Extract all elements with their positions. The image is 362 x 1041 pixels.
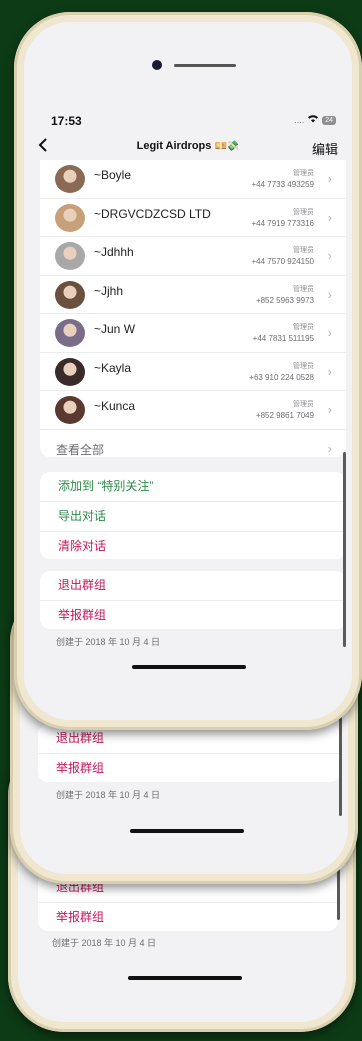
page-title: Legit Airdrops 💴💸 — [24, 140, 352, 152]
member-name: ~Boyle — [94, 168, 132, 182]
wifi-icon — [307, 114, 319, 126]
avatar — [55, 396, 85, 424]
member-role: 管理员 — [293, 285, 314, 293]
group-actions-card: 退出群组 举报群组 — [38, 724, 340, 782]
member-row[interactable]: ~Jun W 管理员 +44 7831 511195 › — [40, 314, 346, 353]
scrollbar[interactable] — [343, 452, 346, 647]
member-role: 管理员 — [293, 208, 314, 216]
member-phone: +852 5963 9973 — [255, 295, 314, 305]
avatar — [55, 165, 85, 193]
speaker-grille — [174, 64, 236, 67]
chevron-right-icon: › — [327, 248, 332, 263]
avatar — [55, 319, 85, 347]
chevron-right-icon: › — [327, 171, 332, 186]
phone-screen: 17:53 .... 24 Legit Airdrops 💴💸 编辑 ~Boyl… — [24, 22, 352, 720]
report-group-button[interactable]: 举报群组 — [38, 754, 340, 782]
group-actions-card: 退出群组 举报群组 — [40, 571, 346, 629]
report-group-button[interactable]: 举报群组 — [38, 903, 338, 931]
chevron-right-icon: › — [327, 440, 332, 456]
view-all-label: 查看全部 — [56, 442, 105, 457]
chevron-right-icon: › — [327, 363, 332, 379]
phone-frame-front: 17:53 .... 24 Legit Airdrops 💴💸 编辑 ~Boyl… — [14, 12, 362, 730]
status-indicators: .... 24 — [294, 114, 336, 126]
report-group-button[interactable]: 举报群组 — [40, 601, 346, 629]
chevron-right-icon: › — [327, 325, 332, 340]
member-phone: +44 7570 924150 — [251, 257, 314, 266]
member-phone: +44 7831 511195 — [252, 334, 314, 343]
home-indicator[interactable] — [128, 976, 242, 980]
chevron-right-icon: › — [327, 209, 332, 225]
leave-group-button[interactable]: 退出群组 — [40, 571, 346, 601]
avatar — [55, 242, 85, 270]
member-row[interactable]: ~Jdhhh 管理员 +44 7570 924150 › — [40, 237, 346, 276]
member-name: ~Kunca — [94, 399, 136, 413]
status-time: 17:53 — [51, 114, 82, 128]
member-row[interactable]: ~Kunca 管理员 +852 9861 7049 › — [40, 391, 346, 430]
member-row[interactable]: ~Jjhh 管理员 +852 5963 9973 › — [40, 276, 346, 314]
member-row[interactable]: ~DRGVCDZCSD LTD 管理员 +44 7919 773316 › — [40, 199, 346, 237]
title-emoji: 💴💸 — [214, 141, 240, 152]
created-date: 创建于 2018 年 10 月 4 日 — [56, 790, 161, 800]
chat-actions-card: 添加到 “特别关注” 导出对话 清除对话 — [40, 472, 346, 559]
camera-icon — [152, 60, 162, 70]
member-list: ~Boyle 管理员 +44 7733 493259 › ~DRGVCDZCSD LTD… — [40, 160, 346, 430]
member-phone: +44 7733 493259 — [251, 180, 314, 189]
created-date: 创建于 2018 年 10 月 4 日 — [52, 938, 157, 948]
chevron-right-icon: › — [327, 402, 332, 417]
member-row[interactable]: ~Kayla 管理员 +63 910 224 0528 › — [40, 353, 346, 391]
member-name: ~Jjhh — [94, 283, 124, 298]
member-name: ~Jdhhh — [94, 245, 134, 259]
signal-icon: .... — [294, 115, 305, 125]
created-date: 创建于 2018 年 10 月 4 日 — [56, 637, 161, 647]
avatar — [55, 280, 85, 309]
member-role: 管理员 — [293, 362, 314, 370]
member-phone: +44 7919 773316 — [251, 218, 314, 228]
clear-chat-button[interactable]: 清除对话 — [40, 532, 346, 559]
member-name: ~Kayla — [94, 360, 132, 375]
member-role: 管理员 — [293, 170, 314, 177]
avatar — [55, 203, 85, 232]
member-role: 管理员 — [293, 324, 314, 331]
battery-icon: 24 — [322, 115, 336, 125]
member-phone: +63 910 224 0528 — [249, 372, 314, 382]
member-phone: +852 9861 7049 — [255, 411, 314, 420]
member-row[interactable]: ~Boyle 管理员 +44 7733 493259 › — [40, 160, 346, 199]
add-special-follow-button[interactable]: 添加到 “特别关注” — [40, 472, 346, 502]
member-name: ~DRGVCDZCSD LTD — [94, 206, 211, 221]
edit-button[interactable]: 编辑 — [312, 139, 338, 158]
home-indicator[interactable] — [132, 665, 246, 669]
view-all-row[interactable]: 查看全部 › — [40, 430, 346, 458]
avatar — [55, 357, 85, 386]
members-card: ~Boyle 管理员 +44 7733 493259 › ~DRGVCDZCSD LTD… — [40, 160, 346, 457]
home-indicator[interactable] — [130, 829, 244, 833]
chevron-right-icon: › — [327, 286, 332, 302]
member-name: ~Jun W — [94, 322, 136, 336]
member-role: 管理员 — [293, 247, 314, 254]
member-role: 管理员 — [293, 401, 314, 408]
export-chat-button[interactable]: 导出对话 — [40, 502, 346, 532]
group-name: Legit Airdrops — [136, 140, 212, 152]
